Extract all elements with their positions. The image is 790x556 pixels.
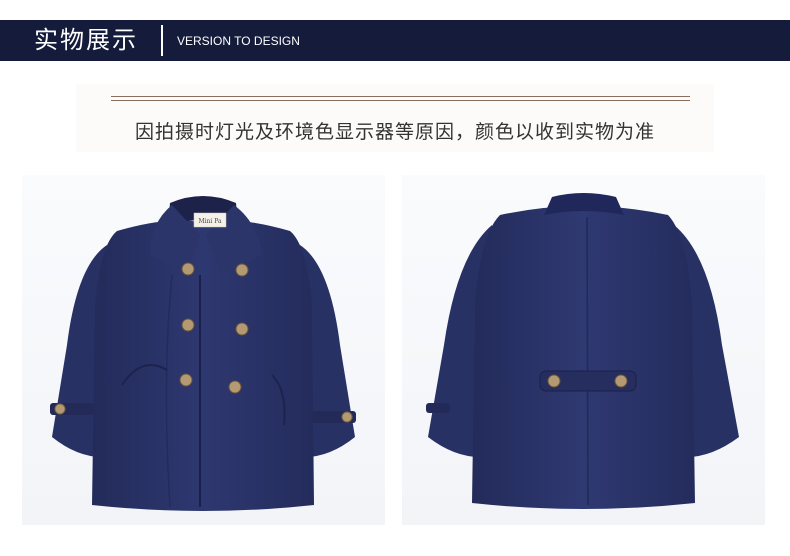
coat-button: [235, 322, 249, 336]
notice-divider-bottom: [111, 100, 690, 101]
back-center-seam: [586, 216, 589, 506]
header-bar: 实物展示 VERSION TO DESIGN: [0, 20, 790, 61]
back-belt-button-right: [614, 374, 628, 388]
coat-button: [181, 318, 195, 332]
brand-label-text: Mini Pa: [198, 218, 222, 225]
right-cuff-button: [341, 411, 353, 423]
color-notice-text: 因拍摄时灯光及环境色显示器等原因，颜色以收到实物为准: [134, 121, 655, 143]
coat-button: [228, 380, 242, 394]
header-divider: [161, 25, 163, 56]
notice-divider-top: [111, 96, 690, 97]
coat-back-illustration: [426, 193, 739, 509]
header-title: 实物展示: [34, 26, 138, 54]
back-belt-button-left: [547, 374, 561, 388]
coat-back-photo: [402, 175, 765, 525]
back-left-cuff-tab: [426, 403, 450, 413]
coat-front-photo: Mini Pa: [22, 175, 385, 525]
header-subtitle: VERSION TO DESIGN: [177, 34, 300, 48]
notice-box: 因拍摄时灯光及环境色显示器等原因，颜色以收到实物为准: [76, 84, 714, 152]
coat-front-illustration: Mini Pa: [50, 196, 356, 512]
coat-button: [179, 373, 193, 387]
left-cuff-button: [54, 403, 66, 415]
coat-body: [92, 220, 314, 512]
back-coat-body: [472, 206, 695, 509]
coat-button: [181, 262, 195, 276]
coat-button: [235, 263, 249, 277]
